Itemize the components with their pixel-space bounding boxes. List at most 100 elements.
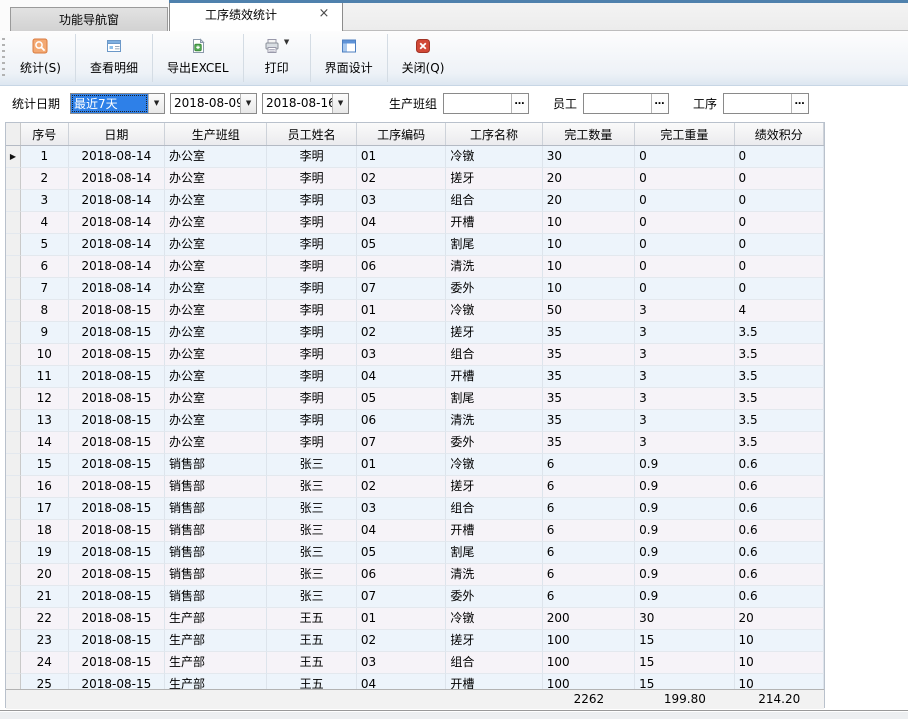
- table-cell[interactable]: 100: [543, 674, 635, 689]
- column-header[interactable]: 日期: [69, 123, 165, 145]
- table-cell[interactable]: 3.5: [735, 344, 824, 366]
- date-from-combo[interactable]: 2018-08-09 ▼: [170, 93, 257, 114]
- table-cell[interactable]: 0.9: [635, 586, 734, 608]
- table-row[interactable]: 102018-08-15办公室李明03组合3533.5: [6, 344, 824, 366]
- table-cell[interactable]: 李明: [267, 190, 356, 212]
- table-cell[interactable]: 清洗: [446, 410, 542, 432]
- table-cell[interactable]: 04: [357, 212, 446, 234]
- table-cell[interactable]: 开槽: [446, 520, 542, 542]
- table-cell[interactable]: 李明: [267, 344, 356, 366]
- table-cell[interactable]: 开槽: [446, 674, 542, 689]
- row-selector[interactable]: [6, 476, 21, 498]
- table-cell[interactable]: 0: [635, 234, 734, 256]
- row-selector[interactable]: [6, 498, 21, 520]
- row-selector[interactable]: [6, 256, 21, 278]
- table-cell[interactable]: 0.6: [735, 542, 824, 564]
- table-cell[interactable]: 200: [543, 608, 635, 630]
- table-row[interactable]: 32018-08-14办公室李明03组合2000: [6, 190, 824, 212]
- close-button[interactable]: 关闭(Q): [390, 31, 457, 85]
- table-cell[interactable]: 14: [21, 432, 69, 454]
- table-cell[interactable]: 0.9: [635, 476, 734, 498]
- table-cell[interactable]: 生产部: [165, 674, 267, 689]
- table-cell[interactable]: 组合: [446, 344, 542, 366]
- table-cell[interactable]: 3.5: [735, 432, 824, 454]
- table-cell[interactable]: 组合: [446, 190, 542, 212]
- table-cell[interactable]: 2018-08-14: [69, 168, 165, 190]
- table-cell[interactable]: 01: [357, 608, 446, 630]
- row-selector[interactable]: [6, 168, 21, 190]
- table-row[interactable]: 172018-08-15销售部张三03组合60.90.6: [6, 498, 824, 520]
- table-cell[interactable]: 0: [635, 212, 734, 234]
- table-cell[interactable]: 3: [635, 322, 734, 344]
- ellipsis-button[interactable]: …: [651, 94, 668, 113]
- row-selector[interactable]: [6, 366, 21, 388]
- table-cell[interactable]: 0: [635, 256, 734, 278]
- table-cell[interactable]: 张三: [267, 454, 356, 476]
- table-cell[interactable]: 6: [543, 520, 635, 542]
- table-cell[interactable]: 3: [635, 410, 734, 432]
- table-row[interactable]: 232018-08-15生产部王五02搓牙1001510: [6, 630, 824, 652]
- table-cell[interactable]: 办公室: [165, 168, 267, 190]
- table-cell[interactable]: 张三: [267, 498, 356, 520]
- table-row[interactable]: 202018-08-15销售部张三06清洗60.90.6: [6, 564, 824, 586]
- tab-nav-window[interactable]: 功能导航窗: [10, 7, 168, 31]
- table-cell[interactable]: 07: [357, 586, 446, 608]
- table-cell[interactable]: 3.5: [735, 410, 824, 432]
- table-cell[interactable]: 01: [357, 146, 446, 168]
- table-cell[interactable]: 0: [735, 234, 824, 256]
- table-cell[interactable]: 生产部: [165, 630, 267, 652]
- row-selector[interactable]: [6, 652, 21, 674]
- table-row[interactable]: 132018-08-15办公室李明06清洗3533.5: [6, 410, 824, 432]
- table-cell[interactable]: 3: [21, 190, 69, 212]
- table-cell[interactable]: 王五: [267, 608, 356, 630]
- date-to-combo[interactable]: 2018-08-16 ▼: [262, 93, 349, 114]
- table-cell[interactable]: 100: [543, 652, 635, 674]
- table-row[interactable]: 22018-08-14办公室李明02搓牙2000: [6, 168, 824, 190]
- table-row[interactable]: 122018-08-15办公室李明05割尾3533.5: [6, 388, 824, 410]
- table-cell[interactable]: 割尾: [446, 234, 542, 256]
- table-cell[interactable]: 组合: [446, 498, 542, 520]
- table-cell[interactable]: 李明: [267, 146, 356, 168]
- table-cell[interactable]: 2018-08-15: [69, 366, 165, 388]
- chevron-down-icon[interactable]: ▼: [240, 94, 256, 113]
- table-cell[interactable]: 2018-08-15: [69, 300, 165, 322]
- table-cell[interactable]: 05: [357, 542, 446, 564]
- table-cell[interactable]: 0.9: [635, 542, 734, 564]
- table-cell[interactable]: 05: [357, 234, 446, 256]
- table-cell[interactable]: 2018-08-15: [69, 586, 165, 608]
- table-cell[interactable]: 清洗: [446, 564, 542, 586]
- table-row[interactable]: 222018-08-15生产部王五01冷镦2003020: [6, 608, 824, 630]
- table-cell[interactable]: 2018-08-14: [69, 234, 165, 256]
- table-cell[interactable]: 冷镦: [446, 146, 542, 168]
- column-header[interactable]: 完工数量: [543, 123, 635, 145]
- table-row[interactable]: 182018-08-15销售部张三04开槽60.90.6: [6, 520, 824, 542]
- table-cell[interactable]: 办公室: [165, 300, 267, 322]
- table-cell[interactable]: 22: [21, 608, 69, 630]
- table-cell[interactable]: 割尾: [446, 542, 542, 564]
- table-cell[interactable]: 10: [543, 212, 635, 234]
- table-row[interactable]: 112018-08-15办公室李明04开槽3533.5: [6, 366, 824, 388]
- table-cell[interactable]: 0.9: [635, 520, 734, 542]
- table-cell[interactable]: 35: [543, 410, 635, 432]
- row-selector[interactable]: [6, 630, 21, 652]
- table-cell[interactable]: 6: [543, 564, 635, 586]
- table-cell[interactable]: 06: [357, 564, 446, 586]
- table-cell[interactable]: 2018-08-15: [69, 608, 165, 630]
- table-cell[interactable]: 办公室: [165, 278, 267, 300]
- table-cell[interactable]: 0: [635, 146, 734, 168]
- table-cell[interactable]: 2018-08-15: [69, 344, 165, 366]
- table-cell[interactable]: 3: [635, 388, 734, 410]
- table-cell[interactable]: 搓牙: [446, 476, 542, 498]
- row-selector[interactable]: [6, 564, 21, 586]
- table-cell[interactable]: 李明: [267, 212, 356, 234]
- row-selector[interactable]: [6, 322, 21, 344]
- table-cell[interactable]: 12: [21, 388, 69, 410]
- row-selector[interactable]: [6, 410, 21, 432]
- table-cell[interactable]: 06: [357, 256, 446, 278]
- table-cell[interactable]: 0: [735, 212, 824, 234]
- row-selector[interactable]: [6, 212, 21, 234]
- table-cell[interactable]: 2018-08-15: [69, 630, 165, 652]
- table-cell[interactable]: 2018-08-15: [69, 476, 165, 498]
- chevron-down-icon[interactable]: ▼: [148, 94, 164, 113]
- table-cell[interactable]: 销售部: [165, 498, 267, 520]
